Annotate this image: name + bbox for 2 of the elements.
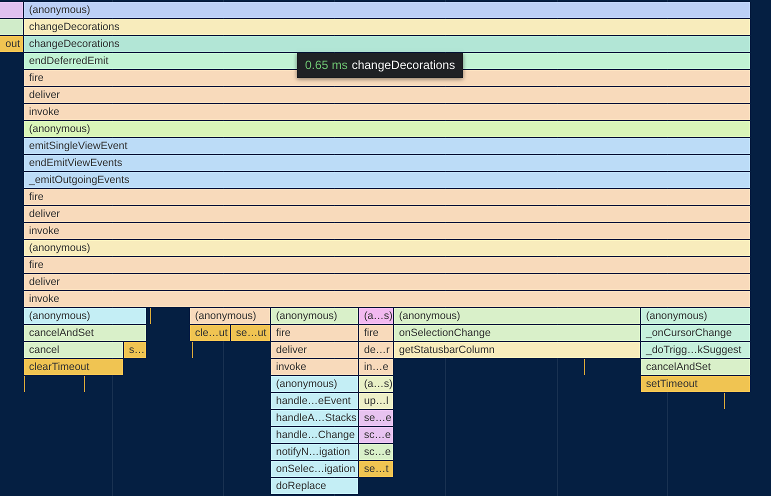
duration-text: 0.65 ms — [305, 58, 348, 72]
function-name-text: changeDecorations — [352, 58, 456, 72]
